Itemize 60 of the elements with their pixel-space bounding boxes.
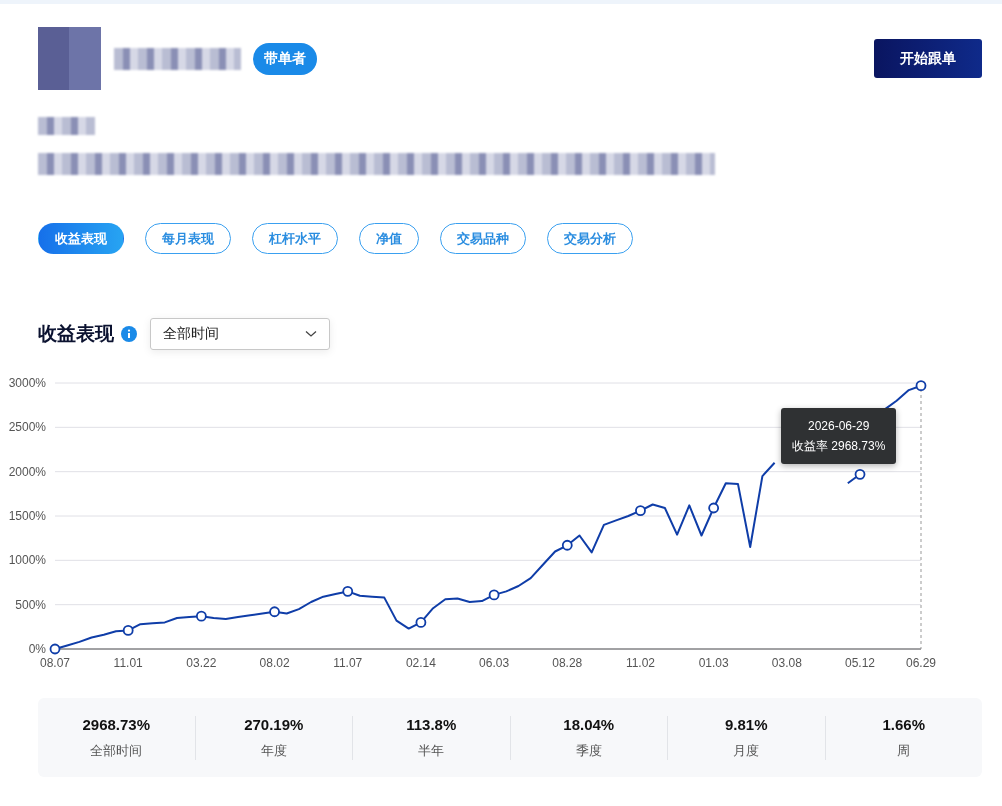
data-point <box>342 585 354 597</box>
stat-label: 年度 <box>260 741 287 760</box>
axis-label: 03.22 <box>186 656 217 670</box>
blurred-subtitle <box>38 117 95 135</box>
axis-label: 01.03 <box>698 656 729 670</box>
data-point <box>635 505 646 517</box>
section-title: 收益表现 <box>38 322 114 346</box>
stat-label: 季度 <box>575 741 602 760</box>
data-point <box>269 606 280 618</box>
axis-label: 1500% <box>8 509 46 523</box>
data-point <box>854 468 866 480</box>
stat-label: 半年 <box>418 741 445 760</box>
data-point <box>195 610 207 622</box>
data-point <box>415 617 427 628</box>
stat-value: 113.8% <box>406 715 457 733</box>
tab[interactable]: 收益表现 <box>38 223 124 254</box>
chevron-down-icon <box>305 330 317 338</box>
axis-label: 06.29 <box>906 656 936 670</box>
tab[interactable]: 交易分析 <box>547 223 633 254</box>
period-dropdown[interactable]: 全部时间 <box>150 318 330 350</box>
axis-label: 2000% <box>8 464 46 479</box>
axis-label: 05.12 <box>845 656 876 670</box>
follow-button[interactable]: 开始跟单 <box>874 39 982 78</box>
stat-label: 月度 <box>733 741 760 760</box>
stat-value: 270.19% <box>244 715 304 733</box>
axis-label: 1000% <box>8 553 46 568</box>
axis-label: 08.07 <box>40 656 70 670</box>
axis-label: 11.07 <box>333 656 363 670</box>
data-point <box>122 625 134 636</box>
stat-label: 全部时间 <box>90 741 143 760</box>
stat-label: 周 <box>897 741 911 760</box>
stat-value: 9.81% <box>724 715 768 733</box>
data-point <box>708 502 720 514</box>
tooltip-date: 2026-06-29 <box>807 418 871 435</box>
tab[interactable]: 杠杆水平 <box>252 223 338 254</box>
axis-label: 500% <box>15 597 46 612</box>
info-icon[interactable] <box>121 326 137 342</box>
avatar-placeholder <box>38 27 101 90</box>
axis-label: 11.02 <box>625 656 656 670</box>
axis-label: 3000% <box>8 376 46 390</box>
stat-value: 18.04% <box>563 715 615 733</box>
axis-label: 03.08 <box>771 656 802 670</box>
role-badge: 带单者 <box>253 42 317 75</box>
axis-label: 06.03 <box>479 656 510 670</box>
data-point <box>915 380 927 392</box>
axis-label: 0% <box>28 642 46 656</box>
tooltip-value: 收益率 2968.73% <box>792 438 886 455</box>
data-point <box>49 643 61 655</box>
axis-label: 11.01 <box>113 656 143 670</box>
axis-label: 02.14 <box>405 656 436 670</box>
stat-value: 1.66% <box>882 715 925 733</box>
tab[interactable]: 交易品种 <box>440 223 526 254</box>
axis-label: 08.28 <box>552 656 583 670</box>
data-point <box>488 589 500 601</box>
axis-label: 2500% <box>8 420 46 435</box>
data-point <box>561 539 573 551</box>
stat-value: 2968.73% <box>82 715 151 733</box>
tab[interactable]: 净值 <box>359 223 419 254</box>
axis-label: 08.02 <box>259 656 290 670</box>
tab[interactable]: 每月表现 <box>145 223 231 254</box>
